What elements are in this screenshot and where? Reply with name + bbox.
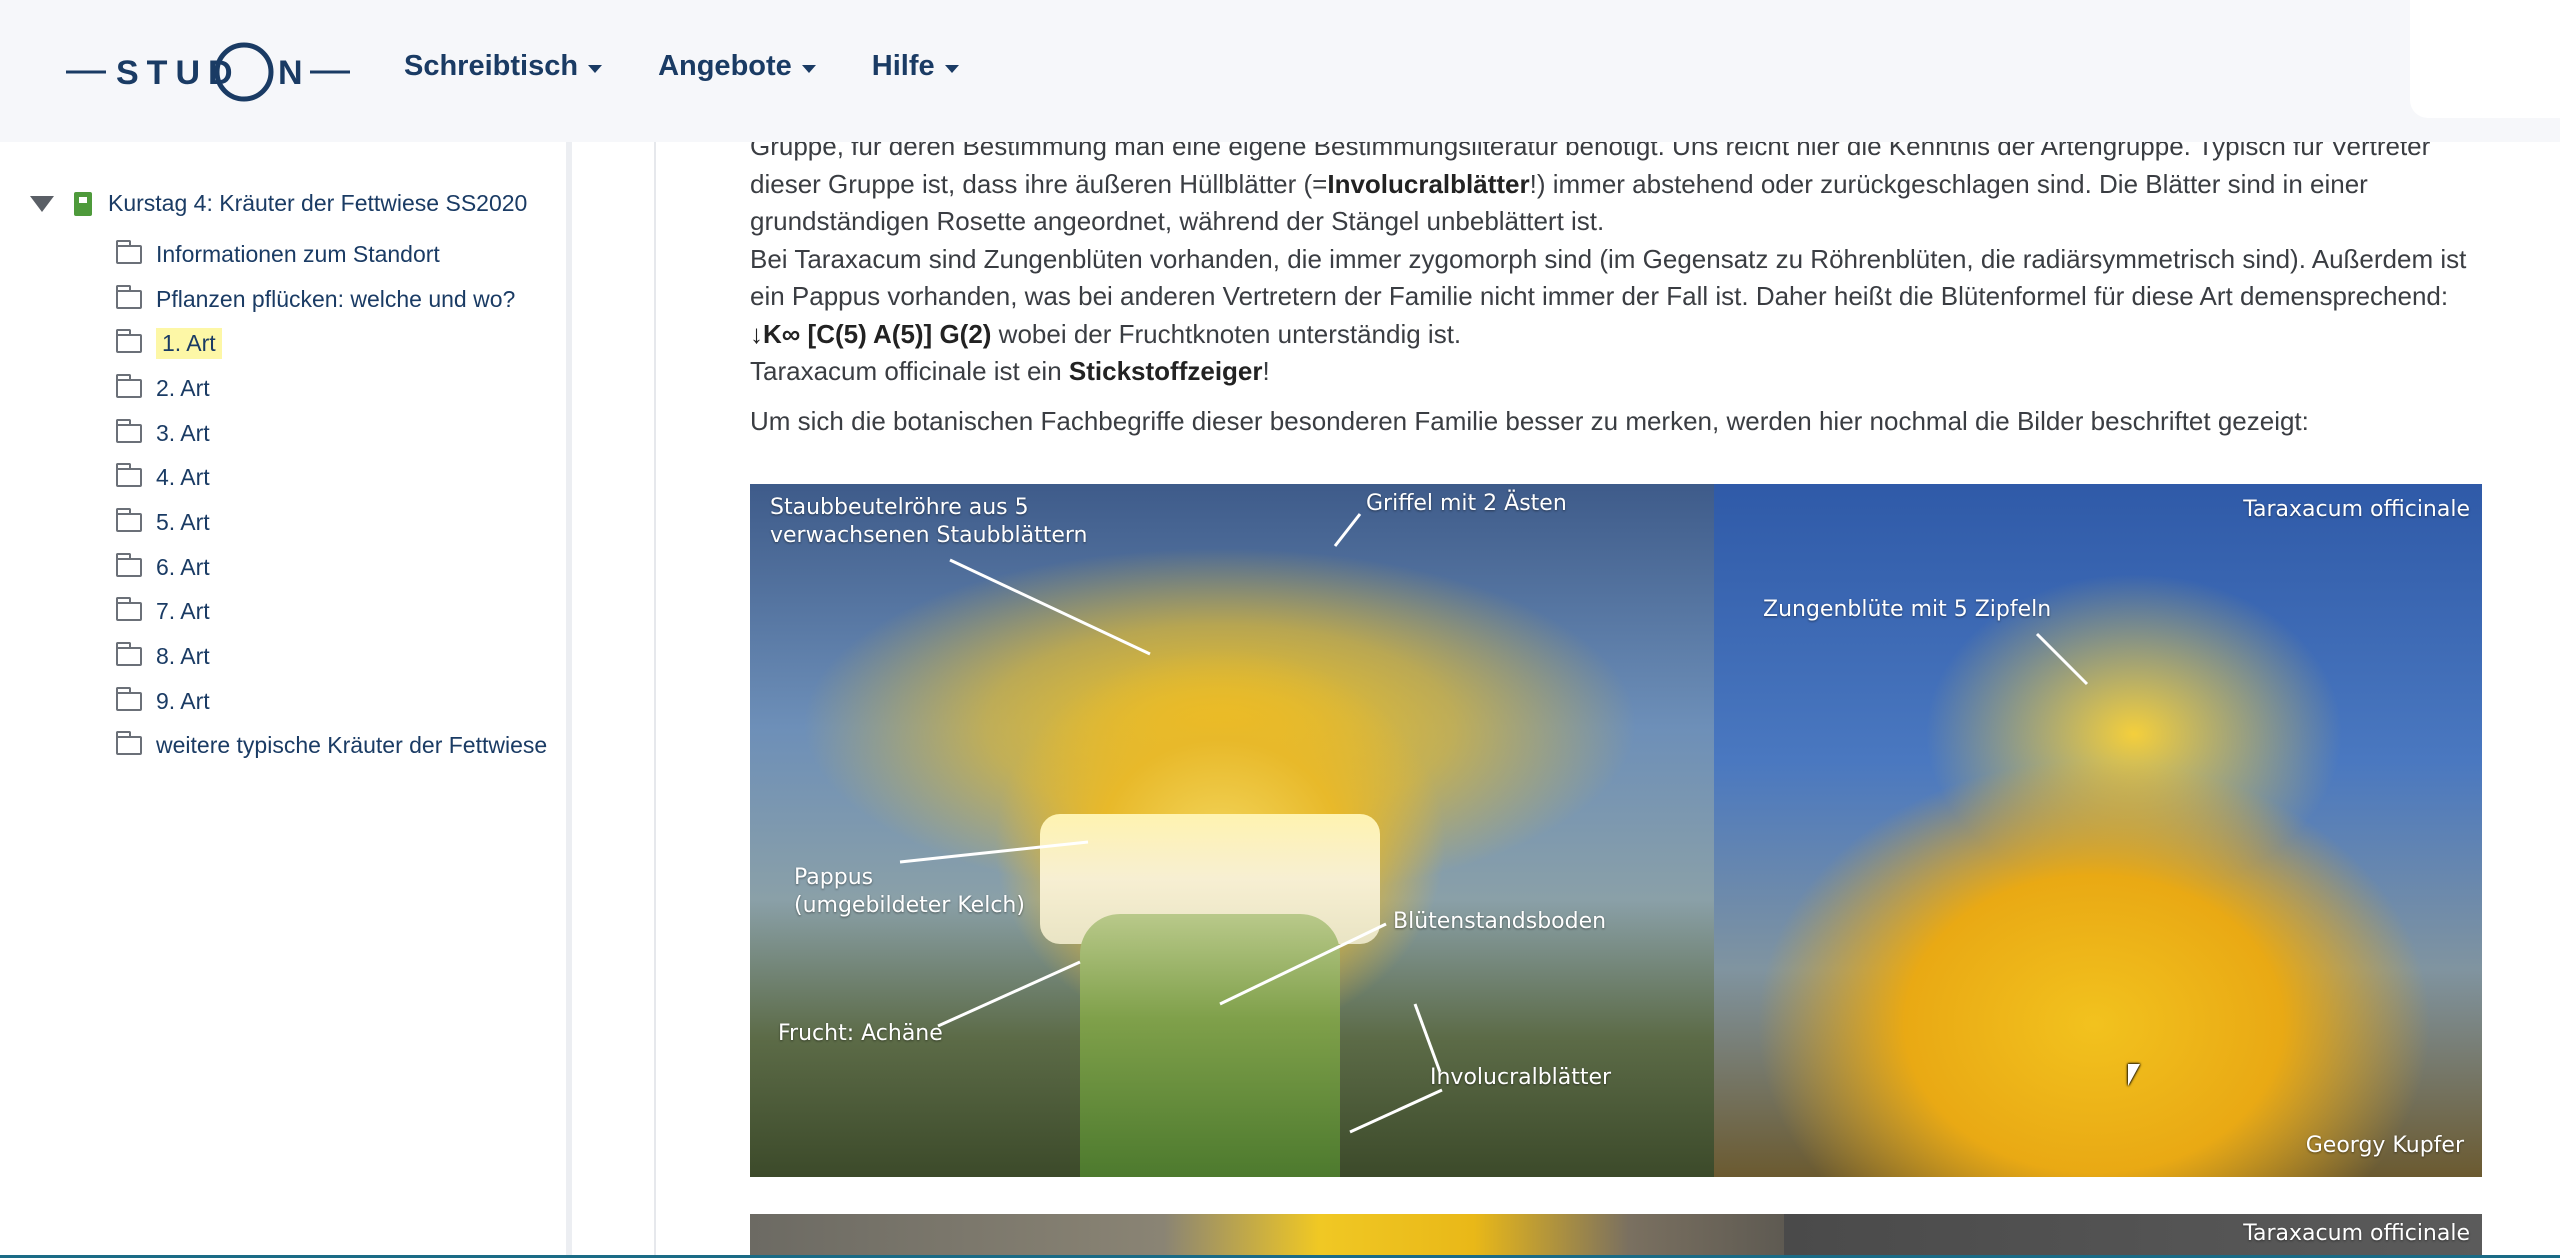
folder-icon bbox=[116, 642, 142, 667]
tree-item-informationen[interactable]: Informationen zum Standort bbox=[116, 232, 547, 277]
folder-icon bbox=[116, 597, 142, 622]
annotated-dandelion-figure: Staubbeutelröhre aus 5 verwachsenen Stau… bbox=[750, 484, 2482, 1177]
nav-hilfe[interactable]: Hilfe bbox=[872, 50, 959, 83]
sidebar-gap bbox=[572, 142, 656, 1258]
tree-item-label: 9. Art bbox=[156, 687, 210, 714]
chevron-down-icon bbox=[801, 64, 816, 73]
tree-item-label: 4. Art bbox=[156, 464, 210, 491]
tree-item-label: 5. Art bbox=[156, 508, 210, 535]
text-span: Taraxacum officinale ist ein bbox=[750, 356, 1069, 386]
folder-icon bbox=[116, 329, 142, 354]
tree-item-label: 8. Art bbox=[156, 643, 210, 670]
nav-angebote[interactable]: Angebote bbox=[658, 50, 816, 83]
tree-item-pflanzen[interactable]: Pflanzen pflücken: welche und wo? bbox=[116, 277, 547, 322]
nav-schreibtisch-label: Schreibtisch bbox=[404, 50, 579, 82]
label-author: Georgy Kupfer bbox=[2305, 1133, 2464, 1158]
folder-icon bbox=[116, 373, 142, 398]
folder-icon bbox=[116, 463, 142, 488]
label-species-2: Taraxacum officinale bbox=[2243, 1221, 2470, 1246]
tree-item-label: weitere typische Kräuter der Fettwiese bbox=[156, 732, 548, 759]
annotation-lines bbox=[899, 513, 2089, 1134]
label-staubbeutelroehre: Staubbeutelröhre aus 5 verwachsenen Stau… bbox=[770, 495, 1088, 548]
label-zungenbluete: Zungenblüte mit 5 Zipfeln bbox=[1763, 597, 2052, 622]
text-span: grundständigen Rosette angeordnet, währe… bbox=[750, 206, 1605, 236]
tree-items: Informationen zum Standort Pflanzen pflü… bbox=[116, 232, 547, 768]
text-span: ein Pappus vorhanden, was bei anderen Ve… bbox=[750, 281, 2449, 311]
folder-icon bbox=[116, 507, 142, 532]
label-species: Taraxacum officinale bbox=[2243, 497, 2470, 522]
tree-item-1-art[interactable]: 1. Art bbox=[116, 321, 547, 366]
tree-item-label: 3. Art bbox=[156, 419, 210, 446]
mouse-pointer-icon bbox=[2128, 1064, 2140, 1086]
chevron-down-icon bbox=[944, 64, 959, 73]
second-dandelion-figure: Taraxacum officinale bbox=[750, 1214, 2482, 1258]
tree-item-6-art[interactable]: 6. Art bbox=[116, 545, 547, 590]
tree-item-label: 7. Art bbox=[156, 598, 210, 625]
tree-item-label: 2. Art bbox=[156, 374, 210, 401]
folder-icon bbox=[116, 686, 142, 711]
label-bluetenstandsboden: Blütenstandsboden bbox=[1393, 909, 1607, 934]
header-corner-panel bbox=[2410, 0, 2560, 118]
tree-item-9-art[interactable]: 9. Art bbox=[116, 679, 547, 724]
folder-icon bbox=[116, 284, 142, 309]
label-frucht: Frucht: Achäne bbox=[778, 1021, 943, 1046]
folder-icon bbox=[116, 731, 142, 756]
nav-hilfe-label: Hilfe bbox=[871, 50, 935, 82]
text-span: ! bbox=[1262, 356, 1270, 386]
content-paragraph-1: dieser Gruppe ist, dass ihre äußeren Hül… bbox=[750, 166, 2490, 391]
folder-icon bbox=[116, 552, 142, 577]
text-span: wobei der Fruchtknoten unterständig ist. bbox=[991, 318, 1462, 349]
chevron-down-icon bbox=[588, 64, 603, 73]
folder-icon bbox=[116, 239, 142, 264]
folder-icon bbox=[116, 418, 142, 443]
label-involucral: Involucralblätter bbox=[1430, 1065, 1612, 1090]
tree-item-label: Informationen zum Standort bbox=[156, 240, 440, 267]
tree-item-8-art[interactable]: 8. Art bbox=[116, 634, 547, 679]
text-span: Bei Taraxacum sind Zungenblüten vorhande… bbox=[750, 243, 2467, 274]
content-paragraph-2: Um sich die botanischen Fachbegriffe die… bbox=[750, 405, 2309, 436]
tree-item-5-art[interactable]: 5. Art bbox=[116, 500, 547, 545]
bold-term-involucral: Involucralblätter bbox=[1327, 168, 1530, 199]
label-pappus: Pappus (umgebildeter Kelch) bbox=[794, 865, 1025, 918]
tree-item-label: 1. Art bbox=[156, 328, 222, 360]
second-figure-left-image bbox=[750, 1214, 1784, 1258]
nav-schreibtisch[interactable]: Schreibtisch bbox=[404, 50, 603, 83]
label-griffel: Griffel mit 2 Ästen bbox=[1366, 491, 1567, 516]
text-span: !) immer abstehend oder zurückgeschlagen… bbox=[1529, 168, 2368, 199]
flower-formula: ↓K∞ [C(5) A(5)] G(2) bbox=[750, 318, 992, 349]
tree-item-label: Pflanzen pflücken: welche und wo? bbox=[156, 285, 516, 312]
collapse-toggle-icon[interactable] bbox=[30, 195, 54, 212]
text-span: dieser Gruppe ist, dass ihre äußeren Hül… bbox=[750, 168, 1328, 199]
tree-root-label: Kurstag 4: Kräuter der Fettwiese SS2020 bbox=[108, 190, 528, 216]
tree-item-label: 6. Art bbox=[156, 553, 210, 580]
top-header: STUD N Schreibtisch Angebote Hilfe bbox=[0, 0, 2560, 142]
studon-logo[interactable]: STUD N bbox=[66, 40, 350, 104]
bold-term-stickstoff: Stickstoffzeiger bbox=[1068, 356, 1263, 386]
course-book-icon bbox=[74, 191, 92, 216]
nav-angebote-label: Angebote bbox=[658, 50, 792, 82]
tree-item-weitere[interactable]: weitere typische Kräuter der Fettwiese bbox=[116, 724, 547, 769]
tree-item-2-art[interactable]: 2. Art bbox=[116, 366, 547, 411]
main-content: Gruppe, für deren Bestimmung man eine ei… bbox=[750, 128, 2490, 440]
main-nav: Schreibtisch Angebote Hilfe bbox=[404, 50, 959, 83]
tree-item-7-art[interactable]: 7. Art bbox=[116, 590, 547, 635]
svg-text:N: N bbox=[278, 54, 303, 92]
tree-root-course[interactable]: Kurstag 4: Kräuter der Fettwiese SS2020 bbox=[30, 190, 527, 217]
tree-item-4-art[interactable]: 4. Art bbox=[116, 455, 547, 500]
tree-item-3-art[interactable]: 3. Art bbox=[116, 411, 547, 456]
